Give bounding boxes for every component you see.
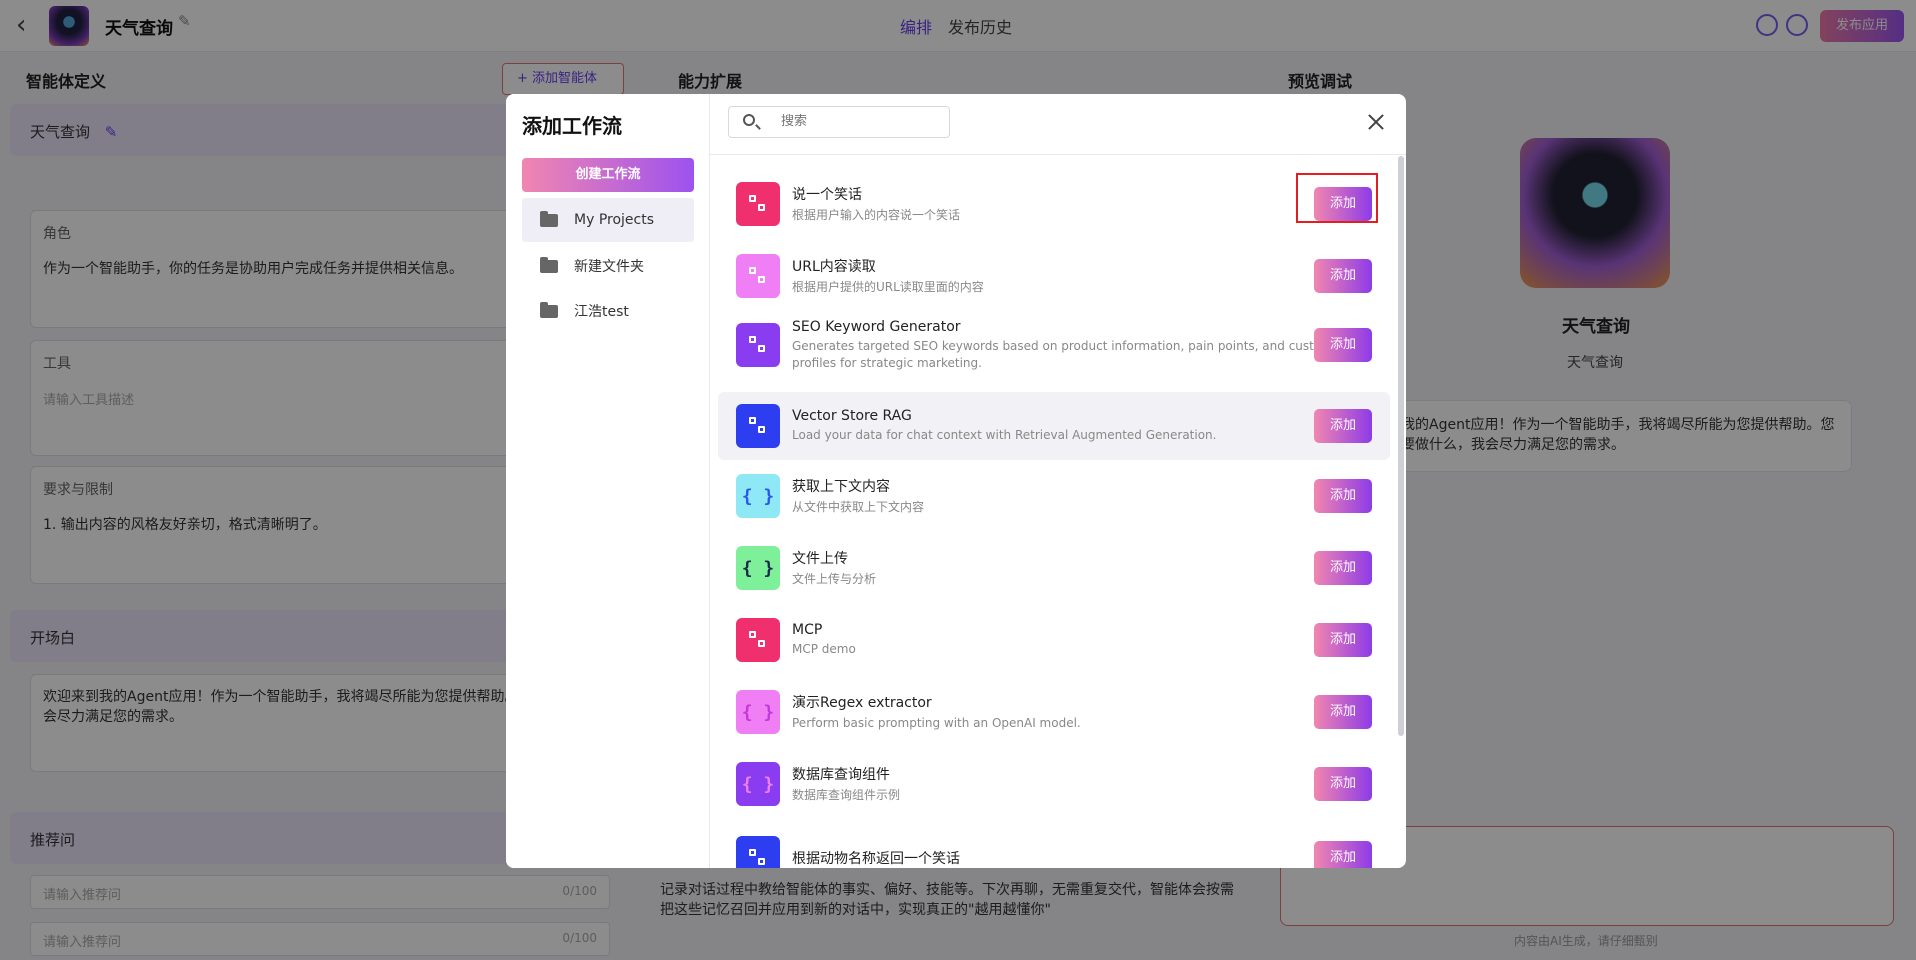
- workflow-name: Vector Store RAG: [792, 408, 912, 424]
- folder-new-folder[interactable]: 新建文件夹: [522, 244, 694, 288]
- search-box[interactable]: [728, 106, 950, 138]
- list-item[interactable]: URL内容读取 根据用户提供的URL读取里面的内容 添加: [718, 244, 1390, 308]
- flow-icon: [736, 404, 780, 448]
- list-item[interactable]: 说一个笑话 根据用户输入的内容说一个笑话 添加: [718, 172, 1390, 236]
- list-item[interactable]: { } 数据库查询组件 数据库查询组件示例 添加: [718, 752, 1390, 816]
- list-item-text: 数据库查询组件 数据库查询组件示例: [792, 764, 1390, 804]
- add-workflow-button[interactable]: 添加: [1314, 767, 1372, 801]
- list-item-text: URL内容读取根据用户提供的URL读取里面的内容: [792, 256, 1390, 296]
- flow-icon: [736, 254, 780, 298]
- list-item-text: SEO Keyword Generator Generates targeted …: [792, 319, 1390, 372]
- list-item[interactable]: Vector Store RAG Load your data for chat …: [718, 392, 1390, 460]
- list-item-text: 根据动物名称返回一个笑话: [792, 848, 1390, 868]
- highlight-box: [1296, 173, 1378, 223]
- add-workflow-button[interactable]: 添加: [1314, 328, 1372, 362]
- modal-sidebar: 添加工作流 创建工作流 My Projects 新建文件夹 江浩test: [506, 94, 710, 868]
- folder-label: 新建文件夹: [574, 259, 644, 275]
- list-item[interactable]: MCP MCP demo 添加: [718, 608, 1390, 672]
- list-item[interactable]: 根据动物名称返回一个笑话 添加: [718, 826, 1390, 868]
- workflow-description: MCP demo: [792, 642, 856, 656]
- braces-icon: { }: [736, 690, 780, 734]
- folder-icon: [540, 210, 558, 227]
- add-workflow-button[interactable]: 添加: [1314, 623, 1372, 657]
- flow-icon: [736, 182, 780, 226]
- folder-my-projects[interactable]: My Projects: [522, 198, 694, 242]
- modal-divider: [710, 154, 1406, 155]
- folder-label: My Projects: [574, 212, 655, 228]
- workflow-description: 从文件中获取上下文内容: [792, 500, 925, 514]
- braces-icon: { }: [736, 474, 780, 518]
- add-workflow-modal: 添加工作流 创建工作流 My Projects 新建文件夹 江浩test 说一个…: [506, 94, 1406, 868]
- workflow-description: 文件上传与分析: [792, 572, 877, 586]
- search-icon: [743, 114, 755, 126]
- add-workflow-button[interactable]: 添加: [1314, 259, 1372, 293]
- list-item-text: 文件上传文件上传与分析: [792, 548, 1390, 588]
- workflow-name: URL内容读取: [792, 259, 876, 275]
- workflow-description: Generates targeted SEO keywords based on…: [792, 338, 1346, 370]
- scrollbar[interactable]: [1398, 156, 1404, 736]
- workflow-list: 说一个笑话 根据用户输入的内容说一个笑话 添加 URL内容读取根据用户提供的URL读取…: [718, 164, 1390, 868]
- list-item-text: Vector Store RAG Load your data for chat …: [792, 408, 1390, 444]
- list-item[interactable]: { } 文件上传 文件上传与分析 添加: [718, 536, 1390, 600]
- list-item-text: MCP MCP demo: [792, 622, 1390, 658]
- list-item-text: 获取上下文内容从文件中获取上下文内容: [792, 476, 1390, 516]
- flow-icon: [736, 836, 780, 868]
- list-item[interactable]: { } 获取上下文内容 从文件中获取上下文内容 添加: [718, 464, 1390, 528]
- braces-icon: { }: [736, 762, 780, 806]
- workflow-description: Load your data for chat context with Ret…: [792, 428, 1217, 442]
- workflow-description: Perform basic prompting with an OpenAI m…: [792, 716, 1081, 730]
- list-item[interactable]: { } 演示Regex extractor Perform basic prompt…: [718, 680, 1390, 744]
- workflow-name: 数据库查询组件: [792, 767, 890, 783]
- add-workflow-button[interactable]: 添加: [1314, 409, 1372, 443]
- flow-icon: [736, 323, 780, 367]
- flow-icon: [736, 618, 780, 662]
- workflow-description: 根据用户提供的URL读取里面的内容: [792, 280, 984, 294]
- folder-jianghao-test[interactable]: 江浩test: [522, 289, 694, 333]
- workflow-name: 演示Regex extractor: [792, 695, 932, 711]
- create-workflow-button[interactable]: 创建工作流: [522, 158, 694, 192]
- folder-icon: [540, 256, 558, 273]
- workflow-name: SEO Keyword Generator: [792, 318, 961, 335]
- workflow-name: 获取上下文内容: [792, 479, 890, 495]
- list-item-text: 演示Regex extractor Perform basic prompting…: [792, 692, 1390, 732]
- braces-icon: { }: [736, 546, 780, 590]
- folder-icon: [540, 301, 558, 318]
- list-item[interactable]: SEO Keyword Generator Generates targeted …: [718, 306, 1390, 384]
- workflow-name: 文件上传: [792, 551, 848, 567]
- workflow-name: 根据动物名称返回一个笑话: [792, 851, 960, 867]
- add-workflow-button[interactable]: 添加: [1314, 551, 1372, 585]
- modal-title: 添加工作流: [522, 114, 622, 138]
- workflow-description: 数据库查询组件示例: [792, 788, 901, 802]
- add-workflow-button[interactable]: 添加: [1314, 695, 1372, 729]
- add-workflow-button[interactable]: 添加: [1314, 841, 1372, 868]
- workflow-name: MCP: [792, 622, 823, 638]
- add-workflow-button[interactable]: 添加: [1314, 479, 1372, 513]
- folder-label: 江浩test: [574, 304, 629, 320]
- close-icon[interactable]: [1366, 112, 1386, 132]
- search-input[interactable]: [781, 114, 941, 129]
